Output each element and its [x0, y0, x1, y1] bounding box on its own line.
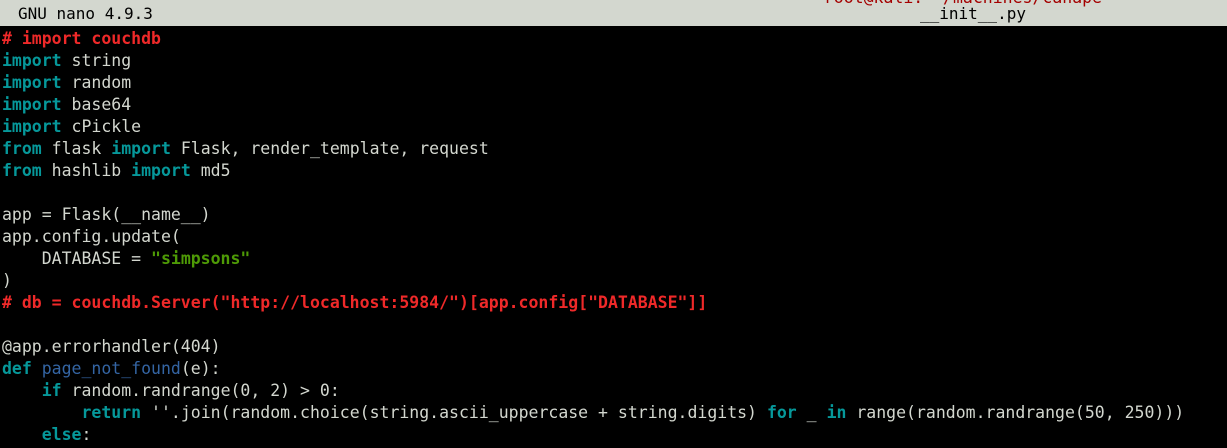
code-line: )	[2, 270, 1184, 292]
open-file-name: __init__.py	[920, 4, 1026, 23]
code-token: "simpsons"	[151, 249, 251, 268]
code-token: random.randrange(0, 2) > 0:	[61, 381, 340, 400]
code-token: )	[2, 271, 12, 290]
code-token: _	[796, 403, 827, 422]
code-line: app.config.update(	[2, 226, 1184, 248]
code-line: if random.randrange(0, 2) > 0:	[2, 380, 1184, 402]
code-line: import random	[2, 72, 1184, 94]
code-token: md5	[190, 161, 231, 180]
code-line: app = Flask(__name__)	[2, 204, 1184, 226]
code-token: base64	[61, 95, 132, 114]
editor-app-name: GNU nano 4.9.3	[18, 4, 153, 23]
terminal-window[interactable]: root@kali: ~/machines/canape GNU nano 4.…	[0, 0, 1227, 448]
code-token: import	[2, 51, 62, 70]
code-token: import	[2, 73, 62, 92]
code-line: from flask import Flask, render_template…	[2, 138, 1184, 160]
code-line: else:	[2, 424, 1184, 446]
code-token: random	[61, 73, 132, 92]
code-token: from	[2, 161, 42, 180]
code-token: app = Flask(__name__)	[2, 205, 211, 224]
code-token: cPickle	[61, 117, 142, 136]
code-token: else	[41, 425, 82, 444]
code-token: (e):	[180, 359, 221, 378]
code-token: page_not_found	[41, 359, 181, 378]
nano-title-bar: root@kali: ~/machines/canape GNU nano 4.…	[0, 0, 1227, 26]
code-line: # import couchdb	[2, 28, 1184, 50]
code-token: import	[111, 139, 171, 158]
code-editor-area[interactable]: # import couchdb import string import rand…	[2, 28, 1184, 446]
code-token: @app.errorhandler(404)	[2, 337, 221, 356]
code-token: DATABASE =	[2, 249, 152, 268]
code-line: import string	[2, 50, 1184, 72]
code-token: app.config.update(	[2, 227, 181, 246]
code-token: range(random.randrange(50, 250)))	[846, 403, 1185, 422]
code-token: hashlib	[41, 161, 132, 180]
code-token: import	[131, 161, 191, 180]
code-token: string	[61, 51, 132, 70]
code-token: import	[2, 95, 62, 114]
code-token: ''.join(random.choice(string.ascii_upper…	[141, 403, 767, 422]
code-line: from hashlib import md5	[2, 160, 1184, 182]
code-token: # import couchdb	[2, 29, 161, 48]
code-line: def page_not_found(e):	[2, 358, 1184, 380]
code-line: import cPickle	[2, 116, 1184, 138]
code-line: import base64	[2, 94, 1184, 116]
code-line: @app.errorhandler(404)	[2, 336, 1184, 358]
code-token: # db = couchdb.Server("http://localhost:…	[2, 293, 708, 312]
code-token: if	[41, 381, 62, 400]
code-token: in	[826, 403, 847, 422]
code-token: flask	[41, 139, 112, 158]
code-token: return	[81, 403, 142, 422]
code-token: def	[2, 359, 32, 378]
code-token: :	[81, 425, 92, 444]
code-token: from	[2, 139, 42, 158]
code-line: # db = couchdb.Server("http://localhost:…	[2, 292, 1184, 314]
code-token: Flask, render_template, request	[170, 139, 489, 158]
code-token: for	[766, 403, 797, 422]
code-token: import	[2, 117, 62, 136]
code-line: DATABASE = "simpsons"	[2, 248, 1184, 270]
code-line: return ''.join(random.choice(string.asci…	[2, 402, 1184, 424]
